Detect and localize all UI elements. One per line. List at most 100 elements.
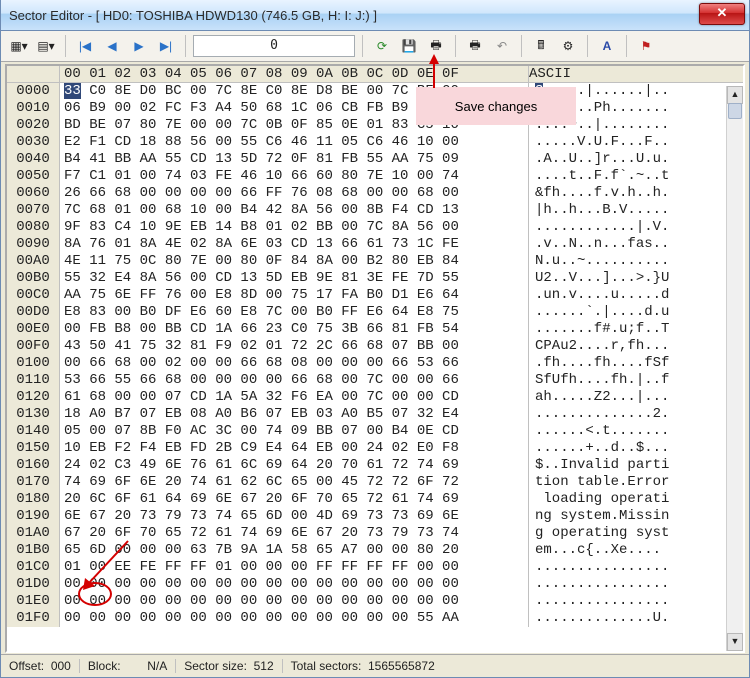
hex-row[interactable]: 00D0E8 83 00 B0 DF E6 60 E8 7C 00 B0 FF … <box>7 304 743 321</box>
font-button[interactable]: A <box>595 34 619 58</box>
vertical-scrollbar[interactable]: ▲ ▼ <box>726 86 743 651</box>
row-ascii: ................ <box>528 593 669 610</box>
row-hex-bytes[interactable]: 9F 83 C4 10 9E EB 14 B8 01 02 BB 00 7C 8… <box>60 219 528 236</box>
hex-row[interactable]: 01E000 00 00 00 00 00 00 00 00 00 00 00 … <box>7 593 743 610</box>
row-hex-bytes[interactable]: 53 66 55 66 68 00 00 00 00 66 68 00 7C 0… <box>60 372 528 389</box>
hex-row[interactable]: 011053 66 55 66 68 00 00 00 00 66 68 00 … <box>7 372 743 389</box>
row-hex-bytes[interactable]: 74 69 6F 6E 20 74 61 62 6C 65 00 45 72 7… <box>60 474 528 491</box>
scroll-up-button[interactable]: ▲ <box>727 86 743 104</box>
print-preview-button[interactable]: 🖶 <box>463 34 487 58</box>
row-hex-bytes[interactable]: 7C 68 01 00 68 10 00 B4 42 8A 56 00 8B F… <box>60 202 528 219</box>
hex-row[interactable]: 016024 02 C3 49 6E 76 61 6C 69 64 20 70 … <box>7 457 743 474</box>
row-hex-bytes[interactable]: 00 00 00 00 00 00 00 00 00 00 00 00 00 0… <box>60 610 528 627</box>
refresh-button[interactable]: ⟳ <box>370 34 394 58</box>
row-address: 0140 <box>7 423 60 440</box>
nav-first-button[interactable]: |◀ <box>73 34 97 58</box>
address-column-header <box>7 66 60 82</box>
hex-row[interactable]: 017074 69 6F 6E 20 74 61 62 6C 65 00 45 … <box>7 474 743 491</box>
hex-row[interactable]: 010000 66 68 00 02 00 00 66 68 08 00 00 … <box>7 355 743 372</box>
row-hex-bytes[interactable]: 00 00 00 00 00 00 00 00 00 00 00 00 00 0… <box>60 593 528 610</box>
print-button[interactable]: 🖶 <box>424 34 448 58</box>
row-ascii: CPAu2....r,fh... <box>528 338 669 355</box>
row-hex-bytes[interactable]: 8A 76 01 8A 4E 02 8A 6E 03 CD 13 66 61 7… <box>60 236 528 253</box>
hex-row[interactable]: 001006 B9 00 02 FC F3 A4 50 68 1C 06 CB … <box>7 100 743 117</box>
row-hex-bytes[interactable]: 18 A0 B7 07 EB 08 A0 B6 07 EB 03 A0 B5 0… <box>60 406 528 423</box>
row-hex-bytes[interactable]: B4 41 BB AA 55 CD 13 5D 72 0F 81 FB 55 A… <box>60 151 528 168</box>
offset-input[interactable]: 0 <box>193 35 355 57</box>
row-address: 0130 <box>7 406 60 423</box>
window-close-button[interactable]: ✕ <box>699 3 745 25</box>
row-hex-bytes[interactable]: 65 6D 00 00 00 63 7B 9A 1A 58 65 A7 00 0… <box>60 542 528 559</box>
hex-row[interactable]: 00C0AA 75 6E FF 76 00 E8 8D 00 75 17 FA … <box>7 287 743 304</box>
toolbar-separator <box>185 35 186 57</box>
view-dropdown-2[interactable]: ▤▾ <box>34 34 58 58</box>
hex-row[interactable]: 0030E2 F1 CD 18 88 56 00 55 C6 46 11 05 … <box>7 134 743 151</box>
hex-row[interactable]: 0040B4 41 BB AA 55 CD 13 5D 72 0F 81 FB … <box>7 151 743 168</box>
hex-row[interactable]: 00A04E 11 75 0C 80 7E 00 80 0F 84 8A 00 … <box>7 253 743 270</box>
scrollbar-thumb[interactable] <box>728 103 742 119</box>
hex-row[interactable]: 01A067 20 6F 70 65 72 61 74 69 6E 67 20 … <box>7 525 743 542</box>
hex-row[interactable]: 01906E 67 20 73 79 73 74 65 6D 00 4D 69 … <box>7 508 743 525</box>
hex-row[interactable]: 000033 C0 8E D0 BC 00 7C 8E C0 8E D8 BE … <box>7 83 743 100</box>
hex-row[interactable]: 00B055 32 E4 8A 56 00 CD 13 5D EB 9E 81 … <box>7 270 743 287</box>
bookmark-button[interactable]: ⚑ <box>634 34 658 58</box>
row-hex-bytes[interactable]: 10 EB F2 F4 EB FD 2B C9 E4 64 EB 00 24 0… <box>60 440 528 457</box>
calculator-button[interactable]: 🖩 <box>529 34 553 58</box>
hex-row[interactable]: 018020 6C 6F 61 64 69 6E 67 20 6F 70 65 … <box>7 491 743 508</box>
hex-row[interactable]: 01F000 00 00 00 00 00 00 00 00 00 00 00 … <box>7 610 743 627</box>
save-button[interactable]: 💾 <box>397 34 421 58</box>
view-dropdown-1[interactable]: ▦▾ <box>7 34 31 58</box>
scroll-down-button[interactable]: ▼ <box>727 633 743 651</box>
byte-columns-header: 00 01 02 03 04 05 06 07 08 09 0A 0B 0C 0… <box>60 66 528 82</box>
row-address: 0040 <box>7 151 60 168</box>
row-address: 00D0 <box>7 304 60 321</box>
row-hex-bytes[interactable]: AA 75 6E FF 76 00 E8 8D 00 75 17 FA B0 D… <box>60 287 528 304</box>
row-hex-bytes[interactable]: F7 C1 01 00 74 03 FE 46 10 66 60 80 7E 1… <box>60 168 528 185</box>
row-ascii: ......<.t....... <box>528 423 669 440</box>
hex-row[interactable]: 006026 66 68 00 00 00 00 66 FF 76 08 68 … <box>7 185 743 202</box>
hex-row[interactable]: 00E000 FB B8 00 BB CD 1A 66 23 C0 75 3B … <box>7 321 743 338</box>
row-hex-bytes[interactable]: 61 68 00 00 07 CD 1A 5A 32 F6 EA 00 7C 0… <box>60 389 528 406</box>
row-hex-bytes[interactable]: E8 83 00 B0 DF E6 60 E8 7C 00 B0 FF E6 6… <box>60 304 528 321</box>
row-address: 0030 <box>7 134 60 151</box>
undo-button[interactable]: ↶ <box>490 34 514 58</box>
row-address: 00E0 <box>7 321 60 338</box>
hex-row[interactable]: 013018 A0 B7 07 EB 08 A0 B6 07 EB 03 A0 … <box>7 406 743 423</box>
hex-row[interactable]: 0050F7 C1 01 00 74 03 FE 46 10 66 60 80 … <box>7 168 743 185</box>
ascii-column-header: ASCII <box>528 66 571 82</box>
hex-body[interactable]: 000033 C0 8E D0 BC 00 7C 8E C0 8E D8 BE … <box>7 83 743 648</box>
tool-button[interactable]: ⚙ <box>556 34 580 58</box>
hex-row[interactable]: 00F043 50 41 75 32 81 F9 02 01 72 2C 66 … <box>7 338 743 355</box>
hex-row[interactable]: 00809F 83 C4 10 9E EB 14 B8 01 02 BB 00 … <box>7 219 743 236</box>
hex-row[interactable]: 01D000 00 00 00 00 00 00 00 00 00 00 00 … <box>7 576 743 593</box>
window-title: Sector Editor - [ HD0: TOSHIBA HDWD130 (… <box>9 8 377 23</box>
hex-row[interactable]: 01C001 00 EE FE FF FF 01 00 00 00 FF FF … <box>7 559 743 576</box>
row-hex-bytes[interactable]: 67 20 6F 70 65 72 61 74 69 6E 67 20 73 7… <box>60 525 528 542</box>
row-hex-bytes[interactable]: 20 6C 6F 61 64 69 6E 67 20 6F 70 65 72 6… <box>60 491 528 508</box>
row-hex-bytes[interactable]: 00 66 68 00 02 00 00 66 68 08 00 00 00 6… <box>60 355 528 372</box>
row-hex-bytes[interactable]: 05 00 07 8B F0 AC 3C 00 74 09 BB 07 00 B… <box>60 423 528 440</box>
row-hex-bytes[interactable]: 43 50 41 75 32 81 F9 02 01 72 2C 66 68 0… <box>60 338 528 355</box>
hex-row[interactable]: 012061 68 00 00 07 CD 1A 5A 32 F6 EA 00 … <box>7 389 743 406</box>
hex-row[interactable]: 0020BD BE 07 80 7E 00 00 7C 0B 0F 85 0E … <box>7 117 743 134</box>
row-hex-bytes[interactable]: 00 00 00 00 00 00 00 00 00 00 00 00 00 0… <box>60 576 528 593</box>
nav-prev-button[interactable]: ◀ <box>100 34 124 58</box>
hex-row[interactable]: 00908A 76 01 8A 4E 02 8A 6E 03 CD 13 66 … <box>7 236 743 253</box>
hex-row[interactable]: 015010 EB F2 F4 EB FD 2B C9 E4 64 EB 00 … <box>7 440 743 457</box>
row-address: 0100 <box>7 355 60 372</box>
row-hex-bytes[interactable]: 4E 11 75 0C 80 7E 00 80 0F 84 8A 00 B2 8… <box>60 253 528 270</box>
row-hex-bytes[interactable]: 55 32 E4 8A 56 00 CD 13 5D EB 9E 81 3E F… <box>60 270 528 287</box>
hex-row[interactable]: 01B065 6D 00 00 00 63 7B 9A 1A 58 65 A7 … <box>7 542 743 559</box>
row-hex-bytes[interactable]: 24 02 C3 49 6E 76 61 6C 69 64 20 70 61 7… <box>60 457 528 474</box>
row-hex-bytes[interactable]: 6E 67 20 73 79 73 74 65 6D 00 4D 69 73 7… <box>60 508 528 525</box>
hex-row[interactable]: 00707C 68 01 00 68 10 00 B4 42 8A 56 00 … <box>7 202 743 219</box>
nav-next-button[interactable]: ▶ <box>127 34 151 58</box>
row-hex-bytes[interactable]: 26 66 68 00 00 00 00 66 FF 76 08 68 00 0… <box>60 185 528 202</box>
row-hex-bytes[interactable]: 01 00 EE FE FF FF 01 00 00 00 FF FF FF F… <box>60 559 528 576</box>
row-hex-bytes[interactable]: 00 FB B8 00 BB CD 1A 66 23 C0 75 3B 66 8… <box>60 321 528 338</box>
hex-row[interactable]: 014005 00 07 8B F0 AC 3C 00 74 09 BB 07 … <box>7 423 743 440</box>
row-hex-bytes[interactable]: E2 F1 CD 18 88 56 00 55 C6 46 11 05 C6 4… <box>60 134 528 151</box>
row-ascii: SfUfh....fh.|..f <box>528 372 669 389</box>
row-ascii: N.u..~.......... <box>528 253 669 270</box>
nav-last-button[interactable]: ▶| <box>154 34 178 58</box>
